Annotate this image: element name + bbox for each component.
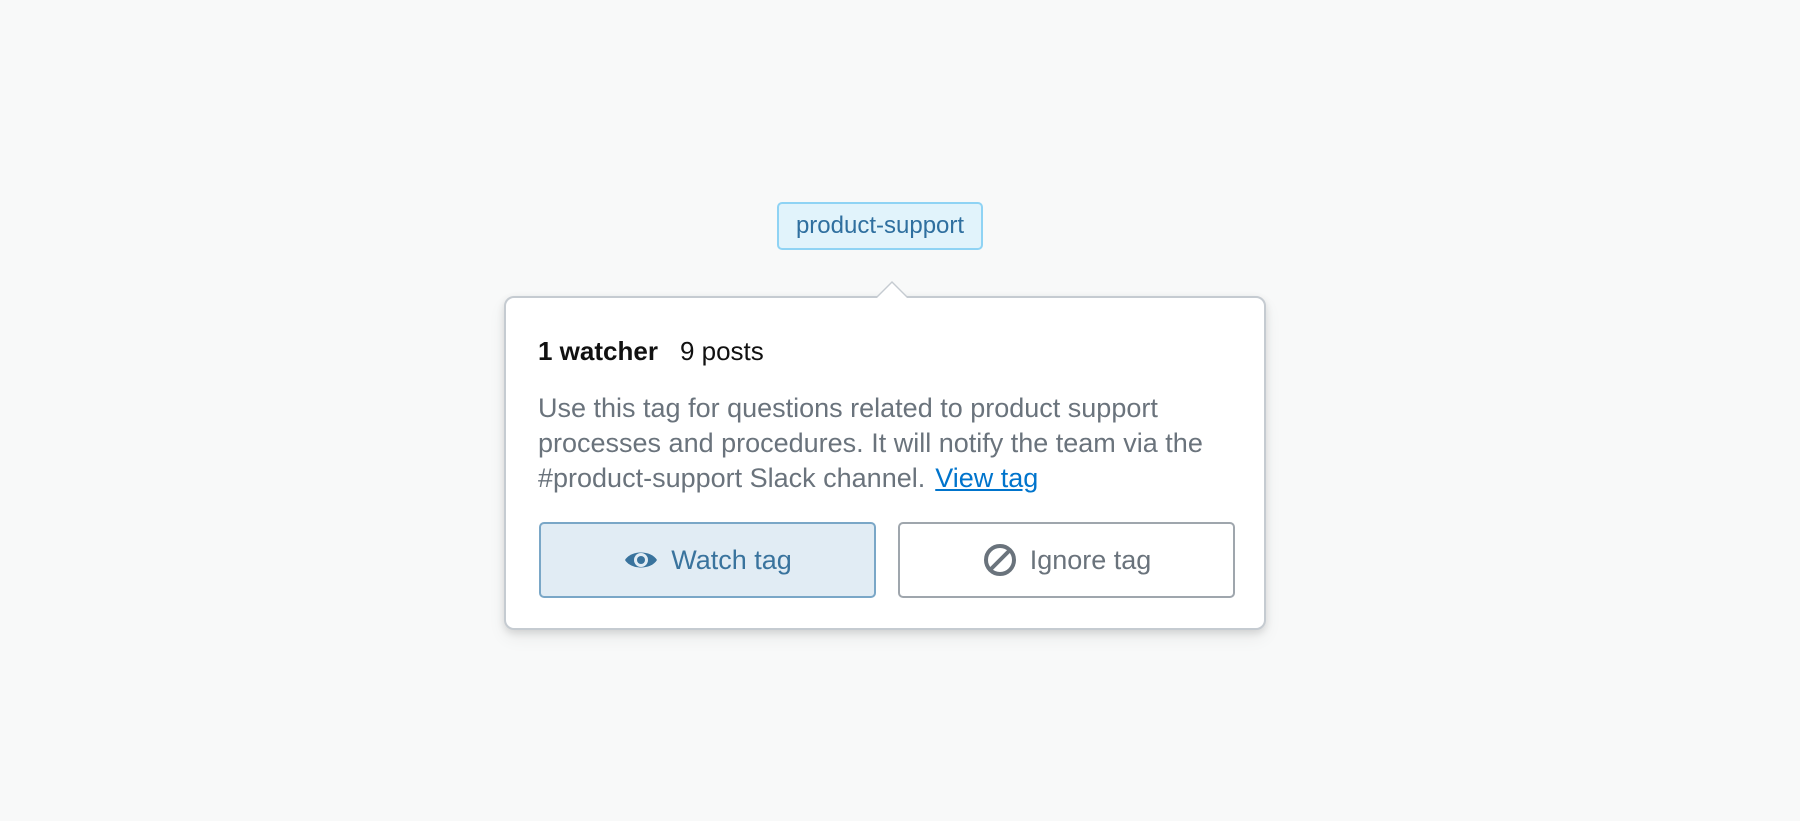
watcher-count: 1 watcher [538,336,658,366]
ignore-tag-button[interactable]: Ignore tag [898,522,1235,598]
ban-icon [982,542,1018,578]
tag-popover: 1 watcher 9 posts Use this tag for questi… [504,281,1266,630]
eye-icon [623,542,659,578]
tag-description-block: Use this tag for questions related to pr… [538,391,1228,496]
watch-tag-label: Watch tag [671,544,792,575]
page: product-support 1 watcher 9 posts Use thi… [0,0,1800,821]
view-tag-link[interactable]: View tag [935,463,1038,493]
popover-actions: Watch tag Ignore tag [539,522,1235,598]
tag-chip[interactable]: product-support [777,202,983,250]
tag-description: Use this tag for questions related to pr… [538,393,1203,493]
popover-arrow [875,281,909,298]
ignore-tag-label: Ignore tag [1029,544,1152,575]
watch-tag-button[interactable]: Watch tag [539,522,876,598]
tag-stats: 1 watcher 9 posts [538,336,1232,366]
post-count: 9 posts [679,336,764,366]
